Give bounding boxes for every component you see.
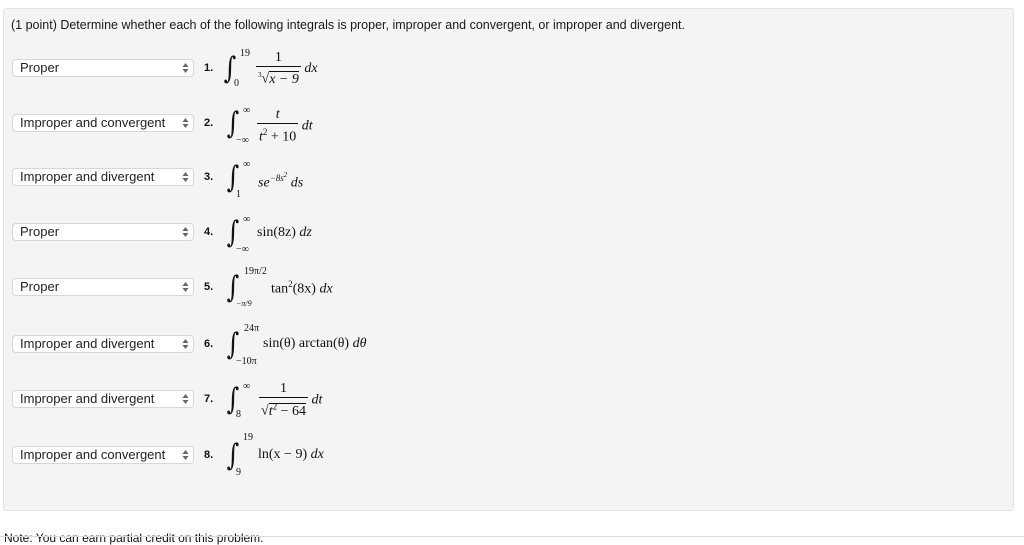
lower-limit: −∞ xyxy=(236,135,249,146)
up-down-arrows-icon xyxy=(182,394,189,404)
numerator: t xyxy=(275,107,280,122)
question-row-7: Improper and divergent 7. ∫ ∞ 8 1 √t2 − … xyxy=(0,381,600,429)
question-row-3: Improper and divergent 3. ∫ ∞ 1 se−8s2 d… xyxy=(0,160,600,207)
answer-select-6[interactable]: Improper and divergent xyxy=(12,335,194,353)
upper-limit: 24π xyxy=(244,323,260,334)
answer-select-5[interactable]: Proper xyxy=(12,278,194,296)
radicand-rest: − 64 xyxy=(277,403,306,419)
integrand-expression: ln(x − 9) xyxy=(258,447,308,462)
radicand: x − 9 xyxy=(269,70,299,87)
integrand: sin(θ) arctan(θ) dθ xyxy=(263,337,366,351)
answer-select-value: Proper xyxy=(20,224,60,239)
question-row-6: Improper and divergent 6. ∫ 24π −10π sin… xyxy=(0,324,600,374)
integrand-argument: (8x) xyxy=(292,281,316,297)
lower-limit: −π/9 xyxy=(236,299,252,308)
upper-limit: 19 xyxy=(240,48,250,59)
upper-limit: ∞ xyxy=(243,214,251,225)
upper-limit: ∞ xyxy=(243,381,251,392)
item-number: 8. xyxy=(204,449,214,461)
question-row-8: Improper and convergent 8. ∫ 19 9 ln(x −… xyxy=(0,433,600,485)
integrand: sin(8z) dz xyxy=(257,226,312,240)
differential: dt xyxy=(301,118,313,134)
integrand: ln(x − 9) dx xyxy=(258,448,324,462)
differential: dx xyxy=(310,447,324,462)
upper-limit: 19 xyxy=(243,432,253,443)
up-down-arrows-icon xyxy=(182,282,189,292)
answer-select-value: Improper and convergent xyxy=(20,115,166,130)
numerator: 1 xyxy=(279,381,287,396)
answer-select-1[interactable]: Proper xyxy=(12,59,194,77)
integrand-expression: sin(8z) xyxy=(257,225,296,240)
root-index: 3 xyxy=(258,71,262,79)
answer-select-4[interactable]: Proper xyxy=(12,223,194,241)
integrand-function: tan xyxy=(271,281,289,297)
differential: dx xyxy=(319,281,333,297)
answer-select-value: Proper xyxy=(20,60,60,75)
up-down-arrows-icon xyxy=(182,450,189,460)
integrand: 1 3√x − 9 dx xyxy=(256,50,318,88)
differential: ds xyxy=(290,175,304,191)
answer-select-value: Improper and convergent xyxy=(20,447,166,462)
up-down-arrows-icon xyxy=(182,227,189,237)
item-number: 4. xyxy=(204,226,214,238)
answer-select-value: Proper xyxy=(20,279,60,294)
numerator: 1 xyxy=(274,50,282,65)
item-number: 1. xyxy=(204,62,214,74)
denominator-rest: + 10 xyxy=(267,129,297,145)
question-row-5: Proper 5. ∫ 19π/2 −π/9 tan2(8x) dx xyxy=(0,267,600,317)
item-number: 6. xyxy=(204,338,214,350)
question-row-1: Proper 1. ∫ 19 0 1 3√x − 9 dx xyxy=(0,49,600,98)
item-number: 3. xyxy=(204,171,214,183)
integrand-expression: sin(θ) arctan(θ) xyxy=(263,336,350,351)
lower-limit: 9 xyxy=(236,467,241,478)
integrand: se−8s2 ds xyxy=(258,172,303,191)
question-row-4: Proper 4. ∫ ∞ −∞ sin(8z) dz xyxy=(0,215,600,262)
answer-select-2[interactable]: Improper and convergent xyxy=(12,114,194,132)
differential: dθ xyxy=(352,336,367,351)
exponent-power: 2 xyxy=(283,171,288,179)
lower-limit: 0 xyxy=(234,78,239,89)
item-number: 5. xyxy=(204,281,214,293)
lower-limit: 1 xyxy=(236,189,241,200)
upper-limit: 19π/2 xyxy=(244,266,267,277)
lower-limit: 8 xyxy=(236,409,241,420)
denominator: t2 + 10 xyxy=(257,123,299,146)
denominator: 3√x − 9 xyxy=(256,66,301,88)
answer-select-8[interactable]: Improper and convergent xyxy=(12,446,194,464)
upper-limit: ∞ xyxy=(243,105,251,116)
denominator: √t2 − 64 xyxy=(259,397,308,420)
answer-select-value: Improper and divergent xyxy=(20,336,155,351)
divider xyxy=(0,536,1024,537)
integrand: 1 √t2 − 64 dt xyxy=(259,381,322,420)
up-down-arrows-icon xyxy=(182,339,189,349)
integrand: t t2 + 10 dt xyxy=(257,107,313,146)
lower-limit: −10π xyxy=(236,356,257,367)
lower-limit: −∞ xyxy=(236,244,249,255)
problem-intro: (1 point) Determine whether each of the … xyxy=(11,18,685,32)
answer-select-3[interactable]: Improper and divergent xyxy=(12,168,194,186)
up-down-arrows-icon xyxy=(182,63,189,73)
answer-select-7[interactable]: Improper and divergent xyxy=(12,390,194,408)
integrand-base: se xyxy=(258,175,270,191)
partial-credit-note: Note: You can earn partial credit on thi… xyxy=(4,531,264,545)
exponent: −8s xyxy=(269,173,284,183)
differential: dx xyxy=(304,60,318,76)
item-number: 2. xyxy=(204,117,214,129)
answer-select-value: Improper and divergent xyxy=(20,169,155,184)
integrand: tan2(8x) dx xyxy=(271,280,333,297)
answer-select-value: Improper and divergent xyxy=(20,391,155,406)
up-down-arrows-icon xyxy=(182,118,189,128)
item-number: 7. xyxy=(204,393,214,405)
upper-limit: ∞ xyxy=(243,159,251,170)
differential: dz xyxy=(299,225,312,240)
differential: dt xyxy=(311,392,323,408)
up-down-arrows-icon xyxy=(182,172,189,182)
question-row-2: Improper and convergent 2. ∫ ∞ −∞ t t2 +… xyxy=(0,106,600,153)
